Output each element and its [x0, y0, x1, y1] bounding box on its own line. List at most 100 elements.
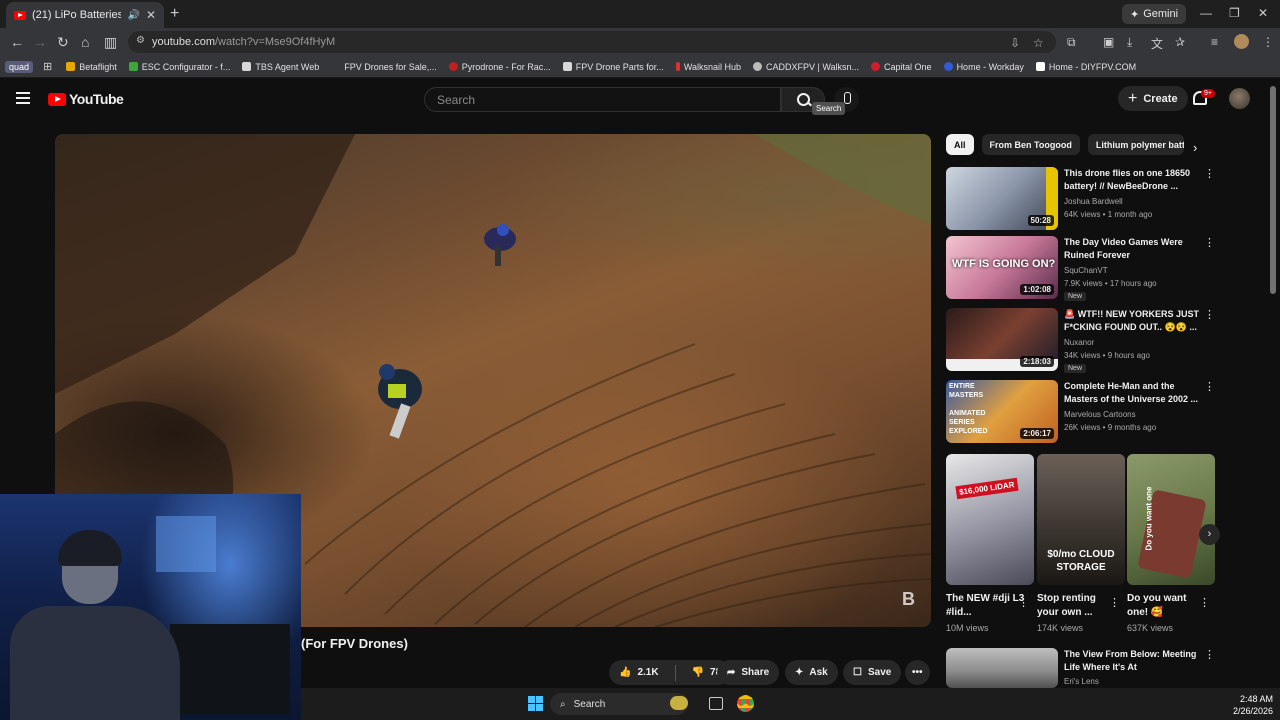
- window-close-icon[interactable]: ✕: [1258, 6, 1268, 20]
- recommendation-item[interactable]: The View From Below: Meeting Life Where …: [946, 648, 1218, 688]
- kebab-menu-icon[interactable]: ⋮: [1109, 596, 1120, 609]
- channel-name[interactable]: SquChanVT: [1064, 266, 1108, 275]
- bookmark-diyfpv[interactable]: Home - DIYFPV.COM: [1035, 62, 1136, 72]
- reload-icon[interactable]: ↻: [57, 34, 69, 51]
- minimize-icon[interactable]: —: [1200, 6, 1212, 20]
- channel-name[interactable]: Nuxanor: [1064, 338, 1094, 347]
- chip-topic[interactable]: Lithium polymer batte: [1087, 134, 1184, 155]
- windows-start-icon[interactable]: [528, 696, 543, 711]
- system-clock[interactable]: 2:48 AM 2/26/2026: [1213, 693, 1273, 717]
- task-view-icon[interactable]: [709, 697, 723, 710]
- taskbar-search[interactable]: ⌕ Search: [550, 693, 688, 715]
- bookmark-caddx[interactable]: CADDXFPV | Walksn...: [753, 62, 859, 72]
- kebab-menu-icon[interactable]: ⋮: [1204, 167, 1215, 180]
- url-bar[interactable]: ⚙ youtube.com/watch?v=Mse9Of4fHyM ⇩ ☆: [128, 31, 1056, 53]
- short-thumbnail[interactable]: $0/mo CLOUD STORAGE: [1037, 454, 1125, 585]
- video-thumbnail[interactable]: ENTIRE MASTERS ANIMATED SERIES EXPLORED 2:06…: [946, 380, 1058, 443]
- short-thumbnail[interactable]: $16,000 LIDAR: [946, 454, 1034, 585]
- weather-widget-icon[interactable]: [670, 696, 688, 710]
- bookmark-fpv-drones-sale[interactable]: FPV Drones for Sale,...: [331, 62, 437, 72]
- short-title[interactable]: Do you want one! 🥰: [1127, 592, 1209, 620]
- site-info-icon[interactable]: ⚙: [136, 35, 145, 46]
- sidebar-icon[interactable]: ▥: [104, 34, 117, 51]
- channel-name[interactable]: Joshua Bardwell: [1064, 197, 1123, 206]
- bookmark-workday[interactable]: Home - Workday: [943, 62, 1024, 72]
- page-scrollbar[interactable]: [1270, 86, 1276, 294]
- reading-list-icon[interactable]: ≡: [1211, 35, 1218, 49]
- save-button[interactable]: ☐ Save: [843, 660, 902, 685]
- video-title[interactable]: 🚨 WTF!! NEW YORKERS JUST F*CKING FOUND O…: [1064, 308, 1204, 334]
- recommendation-item[interactable]: 2:18:03 🚨 WTF!! NEW YORKERS JUST F*CKING…: [946, 308, 1218, 373]
- video-thumbnail[interactable]: WTF IS GOING ON? 1:02:08: [946, 236, 1058, 299]
- like-dislike-group: 👍 2.1K 👎 78: [609, 660, 732, 685]
- hamburger-menu-icon[interactable]: [16, 92, 30, 104]
- kebab-menu-icon[interactable]: ⋮: [1204, 236, 1215, 249]
- tab-title: (21) LiPo Batteries Are Abo: [32, 9, 122, 21]
- kebab-menu-icon[interactable]: ⋮: [1204, 380, 1215, 393]
- recommendation-item[interactable]: WTF IS GOING ON? 1:02:08 The Day Video G…: [946, 236, 1218, 301]
- short-title[interactable]: Stop renting your own ...: [1037, 592, 1119, 620]
- forward-icon[interactable]: →: [33, 34, 47, 50]
- tab-close-icon[interactable]: ✕: [146, 8, 156, 22]
- browser-tab[interactable]: (21) LiPo Batteries Are Abo 🔊 ✕: [6, 2, 164, 28]
- restore-icon[interactable]: ❐: [1229, 6, 1240, 20]
- video-thumbnail[interactable]: 2:18:03: [946, 308, 1058, 371]
- chevron-right-icon[interactable]: ›: [1193, 140, 1197, 155]
- profile-avatar[interactable]: [1234, 34, 1249, 49]
- bookmark-tbs-agent[interactable]: TBS Agent Web: [242, 62, 319, 72]
- new-tab-icon[interactable]: +: [170, 5, 179, 23]
- gemini-button[interactable]: ✦ Gemini: [1122, 4, 1187, 24]
- apps-grid-icon[interactable]: ⊞: [43, 60, 52, 73]
- youtube-logo[interactable]: YouTube: [48, 91, 124, 107]
- search-tooltip: Search: [812, 102, 846, 115]
- chip-from-channel[interactable]: From Ben Toogood: [981, 134, 1080, 155]
- chrome-icon[interactable]: [737, 695, 754, 712]
- media-icon[interactable]: ▣: [1103, 35, 1114, 49]
- chip-all[interactable]: All: [946, 134, 974, 155]
- search-input[interactable]: Search: [424, 87, 781, 112]
- video-title[interactable]: The View From Below: Meeting Life Where …: [1064, 648, 1204, 674]
- bookmark-pyrodrone[interactable]: Pyrodrone - For Rac...: [448, 62, 551, 72]
- back-icon[interactable]: ←: [10, 34, 24, 50]
- kebab-menu-icon[interactable]: ⋮: [1204, 308, 1215, 321]
- more-actions-button[interactable]: •••: [905, 660, 930, 685]
- shorts-next-icon[interactable]: ›: [1199, 524, 1220, 545]
- youtube-play-icon: [48, 92, 66, 106]
- channel-name[interactable]: Eri's Lens: [1064, 677, 1099, 686]
- bookmark-fpv-parts[interactable]: FPV Drone Parts for...: [562, 62, 664, 72]
- speaker-icon[interactable]: 🔊: [127, 10, 139, 21]
- bookmark-betaflight[interactable]: Betaflight: [66, 62, 117, 72]
- video-title[interactable]: The Day Video Games Were Ruined Forever: [1064, 236, 1204, 262]
- video-title[interactable]: This drone flies on one 18650 battery! /…: [1064, 167, 1204, 193]
- create-button[interactable]: + Create: [1118, 86, 1188, 111]
- short-overlay-text: $0/mo CLOUD STORAGE: [1047, 549, 1115, 573]
- home-icon[interactable]: ⌂: [81, 34, 89, 50]
- short-views: 637K views: [1127, 623, 1174, 633]
- bookmark-capital-one[interactable]: Capital One: [871, 62, 932, 72]
- bookmark-star-icon[interactable]: ☆: [1033, 36, 1044, 50]
- bookmark-quad[interactable]: quad: [5, 60, 34, 73]
- ask-button[interactable]: ✦ Ask: [785, 660, 838, 685]
- like-button[interactable]: 👍 2.1K: [609, 660, 669, 685]
- bookmark-walksnail[interactable]: Walksnail Hub: [675, 62, 741, 72]
- video-title[interactable]: Complete He-Man and the Masters of the U…: [1064, 380, 1204, 406]
- recommendation-item[interactable]: 50:28 This drone flies on one 18650 batt…: [946, 167, 1218, 231]
- extensions-icon[interactable]: ⧉: [1067, 35, 1076, 50]
- account-avatar[interactable]: [1229, 88, 1250, 109]
- short-title[interactable]: The NEW #dji L3 #lid...: [946, 592, 1028, 620]
- install-app-icon[interactable]: ⇩: [1010, 36, 1020, 50]
- recommendation-item[interactable]: ENTIRE MASTERS ANIMATED SERIES EXPLORED 2:06…: [946, 380, 1218, 444]
- short-thumbnail[interactable]: Do you want one: [1127, 454, 1215, 585]
- kebab-menu-icon[interactable]: ⋮: [1018, 596, 1029, 609]
- kebab-menu-icon[interactable]: ⋮: [1199, 596, 1210, 609]
- download-icon[interactable]: ⤓: [1127, 35, 1132, 50]
- favorites-icon[interactable]: ✰: [1175, 35, 1185, 49]
- channel-name[interactable]: Marvelous Cartoons: [1064, 410, 1136, 419]
- kebab-menu-icon[interactable]: ⋮: [1204, 648, 1215, 661]
- video-thumbnail[interactable]: [946, 648, 1058, 688]
- share-button[interactable]: ➦ Share: [717, 660, 780, 685]
- menu-dots-icon[interactable]: ⋮: [1262, 35, 1274, 49]
- translate-icon[interactable]: 文: [1151, 35, 1163, 52]
- video-thumbnail[interactable]: 50:28: [946, 167, 1058, 230]
- bookmark-esc-configurator[interactable]: ESC Configurator - f...: [128, 62, 230, 72]
